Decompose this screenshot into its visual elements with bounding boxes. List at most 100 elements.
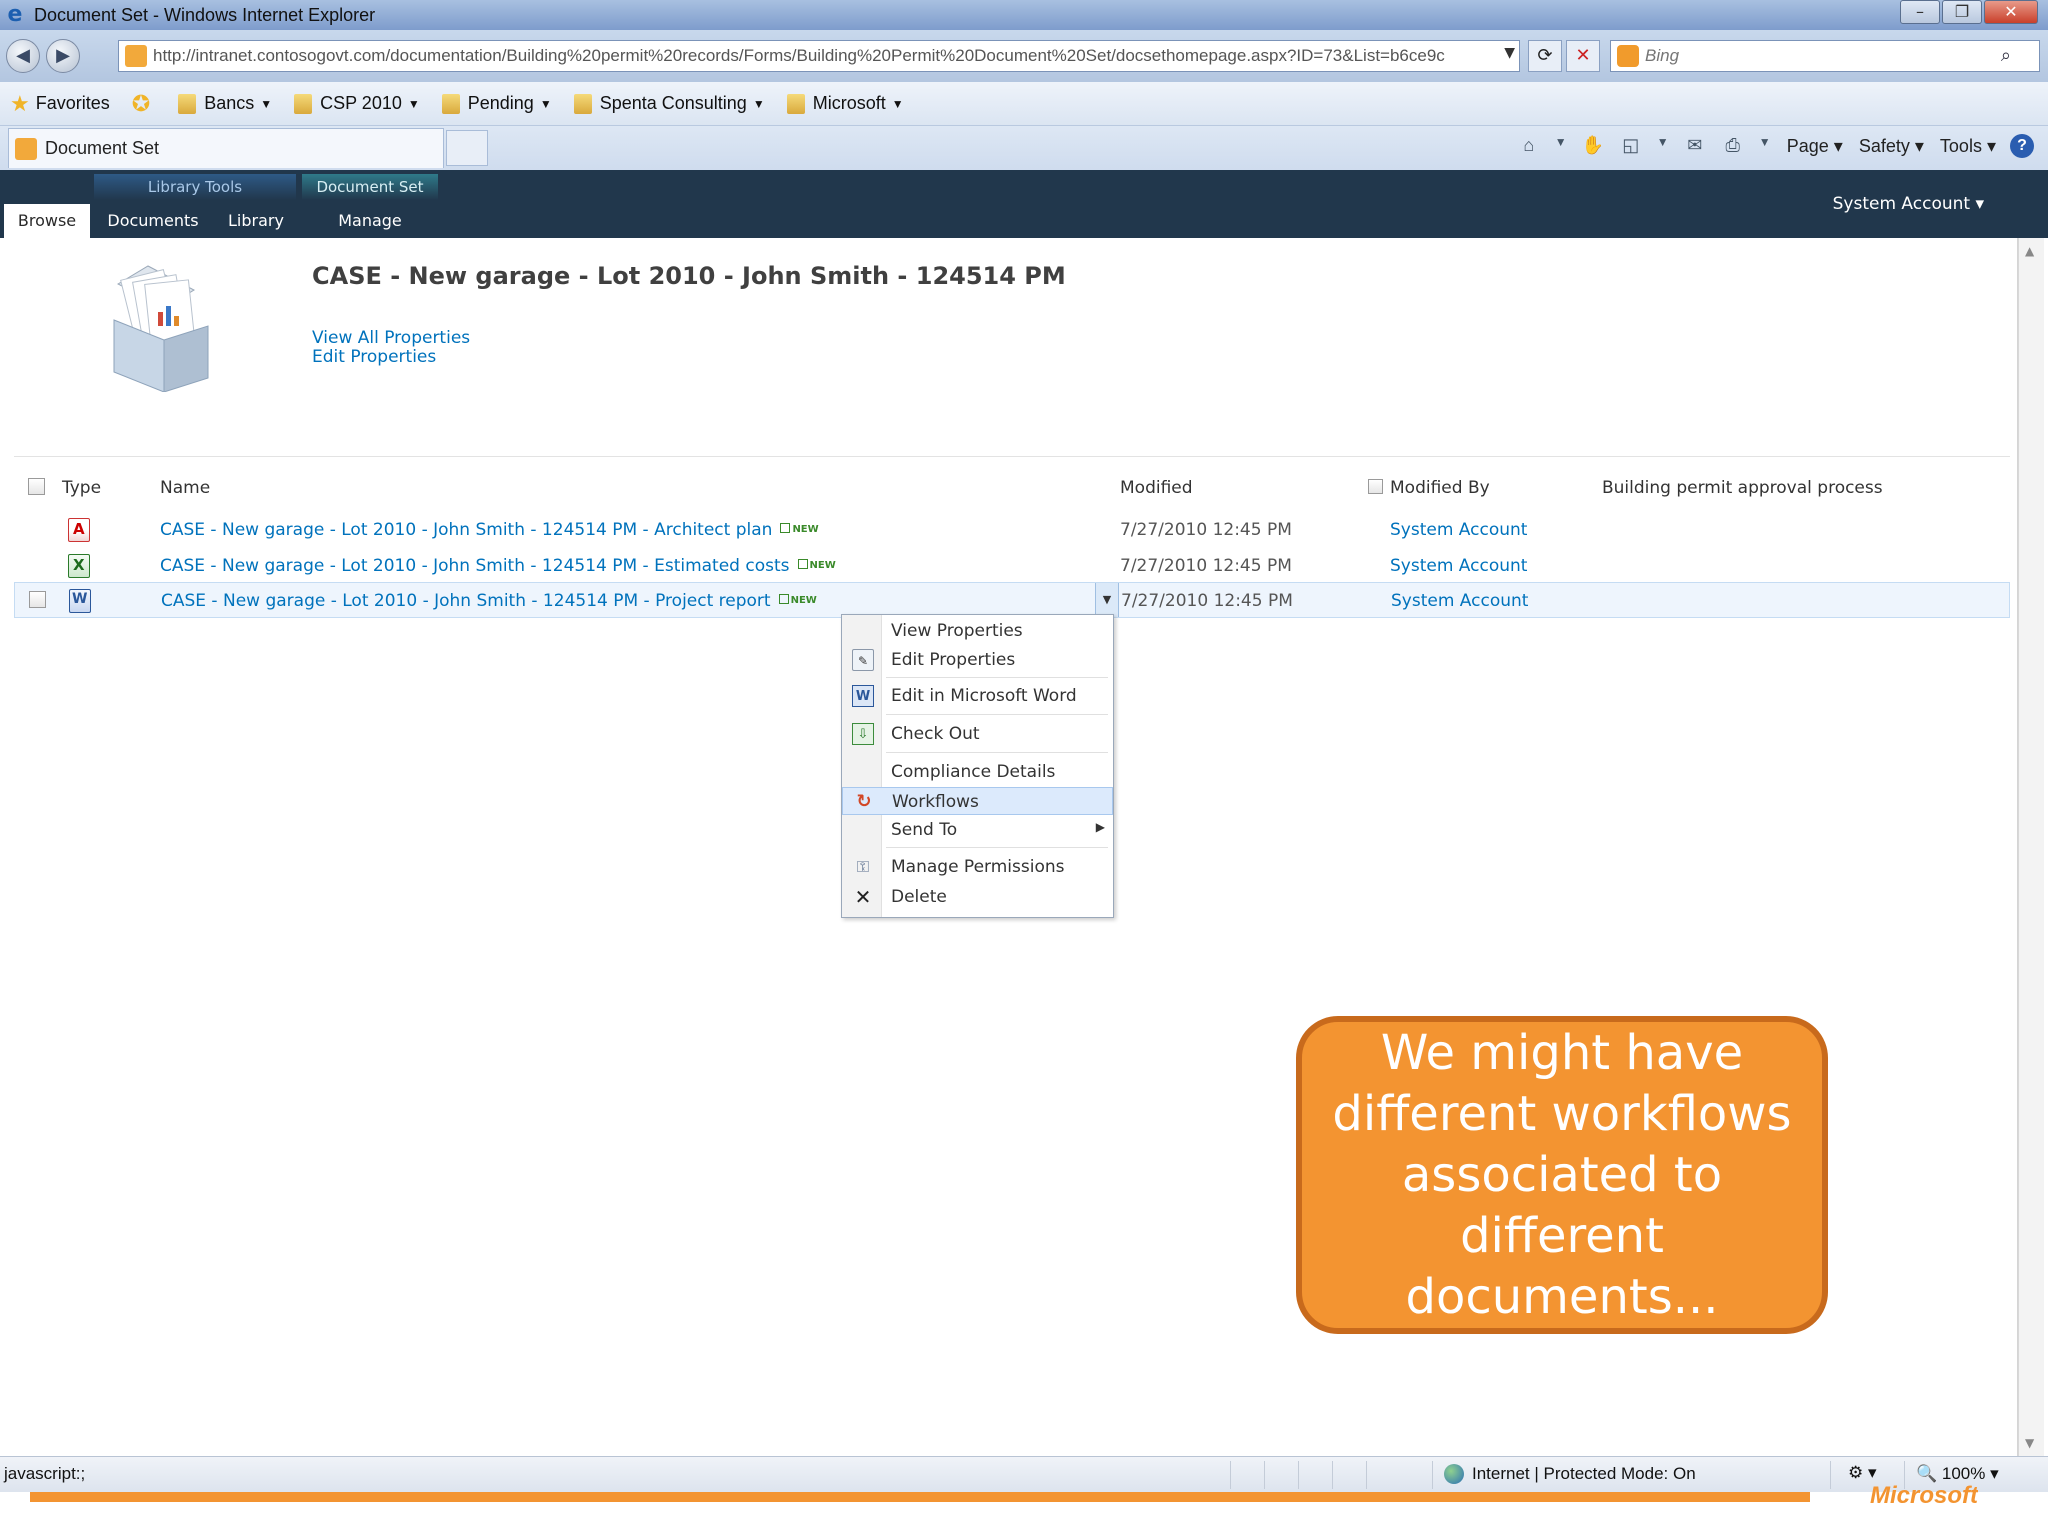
- new-badge: NEW: [780, 523, 818, 535]
- hand-icon[interactable]: ✋: [1581, 135, 1605, 157]
- add-favorite-button[interactable]: ✪: [132, 91, 156, 117]
- forward-button[interactable]: ▶: [46, 39, 80, 73]
- callout-text: We might have different workflows associ…: [1332, 1024, 1792, 1325]
- mail-icon[interactable]: ✉: [1683, 135, 1707, 157]
- search-box[interactable]: ⌕: [1610, 40, 2040, 72]
- print-icon[interactable]: ⎙: [1721, 135, 1745, 157]
- column-header-name[interactable]: Name: [160, 478, 210, 498]
- page-title: CASE - New garage - Lot 2010 - John Smit…: [312, 262, 1066, 290]
- menu-item-manage-permissions[interactable]: ⚿ Manage Permissions: [842, 853, 1113, 881]
- document-name-link[interactable]: CASE - New garage - Lot 2010 - John Smit…: [160, 556, 836, 576]
- tools-menu[interactable]: Tools ▾: [1940, 136, 1996, 157]
- modified-by-link[interactable]: System Account: [1390, 520, 1527, 540]
- command-bar: ⌂ ▼ ✋ ◱ ▼ ✉ ⎙ ▼ Page ▾ Safety ▾ Tools ▾ …: [1503, 134, 2034, 158]
- submenu-arrow-icon: ▶: [1095, 820, 1105, 834]
- folder-icon: [786, 93, 805, 114]
- scroll-down-icon[interactable]: ▼: [2025, 1436, 2034, 1450]
- tab-manage[interactable]: Manage: [302, 204, 438, 238]
- chevron-down-icon[interactable]: ▼: [1555, 135, 1567, 157]
- tab-documents[interactable]: Documents: [100, 204, 206, 238]
- select-all-checkbox[interactable]: [28, 478, 45, 495]
- address-field[interactable]: http://intranet.contosogovt.com/document…: [118, 40, 1520, 72]
- column-header-workflow[interactable]: Building permit approval process: [1602, 478, 1883, 498]
- menu-item-send-to[interactable]: Send To ▶: [842, 816, 1113, 844]
- safety-menu[interactable]: Safety ▾: [1859, 136, 1924, 157]
- menu-item-view-properties[interactable]: View Properties: [842, 617, 1113, 645]
- zoom-level[interactable]: 🔍 100% ▾: [1916, 1464, 1999, 1484]
- home-icon[interactable]: ⌂: [1517, 135, 1541, 157]
- favorite-microsoft[interactable]: Microsoft ▼: [786, 93, 904, 114]
- item-menu-dropdown-button[interactable]: ▼: [1095, 583, 1119, 617]
- folder-icon: [178, 93, 197, 114]
- vertical-scrollbar[interactable]: ▲ ▼: [2018, 238, 2044, 1456]
- browser-tab-document-set[interactable]: Document Set: [8, 128, 444, 168]
- row-checkbox[interactable]: [29, 591, 46, 608]
- chevron-down-icon[interactable]: ▼: [1759, 135, 1771, 157]
- favorite-csp-2010[interactable]: CSP 2010 ▼: [294, 93, 420, 114]
- chevron-down-icon: ▼: [407, 96, 420, 111]
- column-header-type[interactable]: Type: [62, 478, 101, 498]
- help-icon[interactable]: ?: [2010, 134, 2034, 158]
- tab-library[interactable]: Library: [216, 204, 296, 238]
- address-dropdown-icon[interactable]: ▼: [1504, 45, 1515, 61]
- new-badge: NEW: [798, 559, 836, 571]
- edit-properties-link[interactable]: Edit Properties: [312, 347, 436, 367]
- column-header-modified[interactable]: Modified: [1120, 478, 1193, 498]
- page-menu-label: Page: [1786, 135, 1829, 156]
- menu-item-edit-properties[interactable]: ✎ Edit Properties: [842, 646, 1113, 674]
- favorite-bancs[interactable]: Bancs ▼: [178, 93, 272, 114]
- item-context-menu: View Properties ✎ Edit Properties W Edit…: [841, 614, 1114, 918]
- check-out-icon: ⇩: [852, 723, 874, 745]
- column-header-modified-by[interactable]: Modified By: [1390, 478, 1490, 498]
- status-divider: [1332, 1461, 1333, 1489]
- scroll-up-icon[interactable]: ▲: [2025, 244, 2034, 258]
- folder-icon: [441, 93, 460, 114]
- modified-by-link[interactable]: System Account: [1391, 591, 1528, 611]
- back-button[interactable]: ◀: [6, 39, 40, 73]
- table-row[interactable]: CASE - New garage - Lot 2010 - John Smit…: [14, 548, 2010, 584]
- favorite-spenta-consulting[interactable]: Spenta Consulting ▼: [573, 93, 765, 114]
- user-account-menu[interactable]: System Account ▾: [1833, 194, 1984, 214]
- tab-browse[interactable]: Browse: [4, 204, 90, 238]
- modified-by-link[interactable]: System Account: [1390, 556, 1527, 576]
- favorites-button[interactable]: ★ Favorites: [10, 91, 110, 117]
- refresh-button[interactable]: ⟳: [1528, 40, 1562, 72]
- minimize-button[interactable]: –: [1900, 0, 1940, 24]
- menu-item-compliance-details[interactable]: Compliance Details: [842, 758, 1113, 786]
- favorite-pending[interactable]: Pending ▼: [441, 93, 552, 114]
- modified-date: 7/27/2010 12:45 PM: [1120, 556, 1292, 576]
- modified-date: 7/27/2010 12:45 PM: [1120, 520, 1292, 540]
- status-divider: [1432, 1461, 1433, 1489]
- document-name: CASE - New garage - Lot 2010 - John Smit…: [160, 556, 790, 576]
- search-input[interactable]: [1645, 46, 1985, 66]
- menu-item-workflows[interactable]: ↻ Workflows: [842, 787, 1113, 815]
- search-icon[interactable]: ⌕: [2001, 45, 2011, 66]
- table-row[interactable]: CASE - New garage - Lot 2010 - John Smit…: [14, 512, 2010, 548]
- feeds-icon[interactable]: ◱: [1619, 135, 1643, 157]
- folder-icon: [294, 93, 313, 114]
- security-zone[interactable]: Internet | Protected Mode: On: [1444, 1464, 1696, 1484]
- chevron-down-icon: ▼: [891, 96, 904, 111]
- menu-item-edit-in-word[interactable]: W Edit in Microsoft Word: [842, 682, 1113, 710]
- close-window-button[interactable]: ✕: [1984, 0, 2038, 24]
- restore-button[interactable]: ❐: [1942, 0, 1982, 24]
- microsoft-logo: Microsoft: [1870, 1482, 1978, 1509]
- menu-item-check-out[interactable]: ⇩ Check Out: [842, 720, 1113, 748]
- table-row-selected[interactable]: CASE - New garage - Lot 2010 - John Smit…: [14, 582, 2010, 618]
- view-all-properties-link[interactable]: View All Properties: [312, 328, 470, 348]
- stop-button[interactable]: ✕: [1566, 40, 1600, 72]
- chevron-down-icon[interactable]: ▼: [1657, 135, 1669, 157]
- page-menu[interactable]: Page ▾: [1787, 136, 1843, 157]
- protected-mode-icon[interactable]: ⚙ ▾: [1848, 1463, 1877, 1483]
- tab-row: Document Set ⌂ ▼ ✋ ◱ ▼ ✉ ⎙ ▼ Page ▾ Safe…: [0, 126, 2048, 170]
- modified-by-filter-checkbox[interactable]: [1368, 479, 1383, 494]
- menu-item-label: Edit in Microsoft Word: [891, 686, 1077, 706]
- document-name-link[interactable]: CASE - New garage - Lot 2010 - John Smit…: [160, 520, 819, 540]
- delete-icon: ✕: [854, 885, 872, 909]
- sharepoint-ribbon: Library Tools Document Set Browse Docume…: [0, 170, 2048, 238]
- document-name-link[interactable]: CASE - New garage - Lot 2010 - John Smit…: [161, 591, 817, 611]
- new-tab-button[interactable]: [446, 130, 488, 166]
- menu-item-label: Delete: [891, 887, 947, 907]
- menu-item-delete[interactable]: ✕ Delete: [842, 883, 1113, 911]
- folder-icon: [573, 93, 592, 114]
